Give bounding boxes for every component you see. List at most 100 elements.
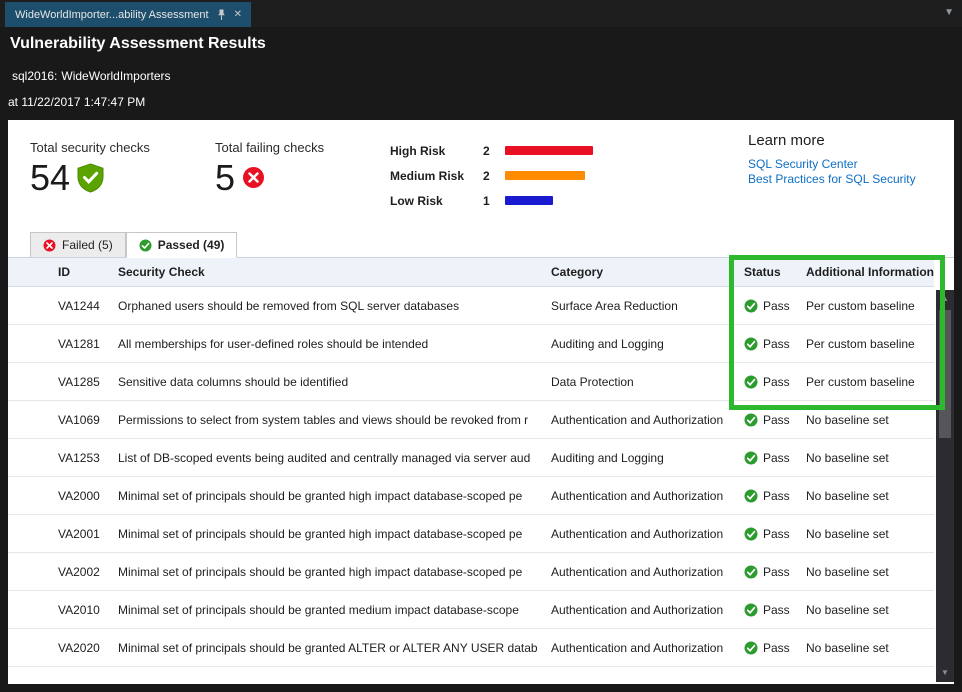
failed-tab-icon [43,239,56,252]
cell-category: Data Protection [551,375,744,389]
pass-icon [744,413,758,427]
cell-status: Pass [744,451,806,465]
table-row[interactable]: VA2000 Minimal set of principals should … [8,477,934,515]
table-row[interactable]: VA1285 Sensitive data columns should be … [8,363,934,401]
column-header-status: Status [744,265,806,279]
cell-category: Authentication and Authorization [551,603,744,617]
status-text: Pass [763,641,790,655]
cell-security-check: Permissions to select from system tables… [118,413,551,427]
learn-more-title: Learn more [748,132,916,149]
pin-icon[interactable] [217,9,226,21]
cell-status: Pass [744,603,806,617]
results-header: Vulnerability Assessment Results sql2016… [0,27,962,120]
pass-icon [744,603,758,617]
cell-security-check: Minimal set of principals should be gran… [118,603,551,617]
cell-additional-information: No baseline set [806,413,934,427]
cell-additional-information: No baseline set [806,527,934,541]
cell-additional-information: No baseline set [806,565,934,579]
table-row[interactable]: VA2001 Minimal set of principals should … [8,515,934,553]
pass-icon [744,375,758,389]
risk-value: 2 [483,144,505,158]
cell-id: VA2001 [30,527,118,541]
results-table: ID Security Check Category Status Additi… [8,258,934,667]
status-text: Pass [763,527,790,541]
cell-category: Authentication and Authorization [551,565,744,579]
status-text: Pass [763,489,790,503]
risk-row: High Risk 2 [390,138,593,163]
database-name: WideWorldImporters [61,69,170,83]
column-header-id: ID [30,265,118,279]
tab-failed[interactable]: Failed (5) [30,232,126,257]
pass-icon [744,527,758,541]
table-row[interactable]: VA2010 Minimal set of principals should … [8,591,934,629]
cell-category: Authentication and Authorization [551,413,744,427]
status-text: Pass [763,565,790,579]
risk-legend: High Risk 2 Medium Risk 2 Low Risk 1 [390,138,593,213]
status-text: Pass [763,451,790,465]
scroll-down-icon[interactable]: ▼ [936,666,954,680]
link-best-practices[interactable]: Best Practices for SQL Security [748,172,916,187]
cell-security-check: List of DB-scoped events being audited a… [118,451,551,465]
cell-status: Pass [744,565,806,579]
risk-value: 2 [483,169,505,183]
cell-id: VA1069 [30,413,118,427]
results-table-body: VA1244 Orphaned users should be removed … [8,287,934,667]
table-row[interactable]: VA1069 Permissions to select from system… [8,401,934,439]
total-checks-stat: Total security checks 54 [30,140,150,197]
cell-status: Pass [744,299,806,313]
pass-icon [744,641,758,655]
cell-status: Pass [744,641,806,655]
risk-label: Medium Risk [390,169,483,183]
document-tab-strip: WideWorldImporter...ability Assessment ✕… [0,0,962,27]
cell-id: VA1244 [30,299,118,313]
scan-timestamp: at 11/22/2017 1:47:47 PM [8,95,145,109]
risk-bar [505,146,593,155]
scrollbar-thumb[interactable] [939,310,951,438]
page-title: Vulnerability Assessment Results [10,35,266,53]
cell-status: Pass [744,375,806,389]
failing-checks-value: 5 [215,159,235,197]
scroll-up-icon[interactable]: ▲ [936,292,954,306]
cell-category: Auditing and Logging [551,337,744,351]
failing-checks-label: Total failing checks [215,140,324,155]
table-row[interactable]: VA2002 Minimal set of principals should … [8,553,934,591]
cell-security-check: All memberships for user-defined roles s… [118,337,551,351]
status-text: Pass [763,299,790,313]
risk-row: Low Risk 1 [390,188,593,213]
table-row[interactable]: VA1253 List of DB-scoped events being au… [8,439,934,477]
pass-icon [744,565,758,579]
server-line: sql2016:WideWorldImporters [12,69,175,83]
pass-icon [744,451,758,465]
cell-category: Authentication and Authorization [551,489,744,503]
link-sql-security-center[interactable]: SQL Security Center [748,157,916,172]
document-tab[interactable]: WideWorldImporter...ability Assessment ✕ [5,2,251,27]
risk-label: Low Risk [390,194,483,208]
column-header-security-check: Security Check [118,265,551,279]
cell-security-check: Minimal set of principals should be gran… [118,527,551,541]
cell-status: Pass [744,337,806,351]
table-row[interactable]: VA1244 Orphaned users should be removed … [8,287,934,325]
results-panel: Total security checks 54 Total failing c… [8,120,954,684]
passed-tab-icon [139,239,152,252]
cell-status: Pass [744,527,806,541]
total-checks-value: 54 [30,159,70,197]
table-row[interactable]: VA2020 Minimal set of principals should … [8,629,934,667]
close-icon[interactable]: ✕ [234,10,242,20]
column-header-additional-information: Additional Information [806,265,934,279]
cell-additional-information: Per custom baseline [806,337,934,351]
tab-passed[interactable]: Passed (49) [126,232,238,258]
fail-circle-icon [242,166,265,189]
table-row[interactable]: VA1281 All memberships for user-defined … [8,325,934,363]
cell-security-check: Minimal set of principals should be gran… [118,565,551,579]
cell-id: VA1281 [30,337,118,351]
pass-icon [744,337,758,351]
tab-list-dropdown-icon[interactable]: ▼ [944,7,954,18]
cell-additional-information: Per custom baseline [806,375,934,389]
cell-additional-information: No baseline set [806,641,934,655]
vertical-scrollbar[interactable]: ▲ ▼ [936,290,954,682]
cell-id: VA2002 [30,565,118,579]
results-table-header: ID Security Check Category Status Additi… [8,258,934,287]
summary-section: Total security checks 54 Total failing c… [8,120,954,232]
cell-status: Pass [744,413,806,427]
risk-bar [505,196,553,205]
